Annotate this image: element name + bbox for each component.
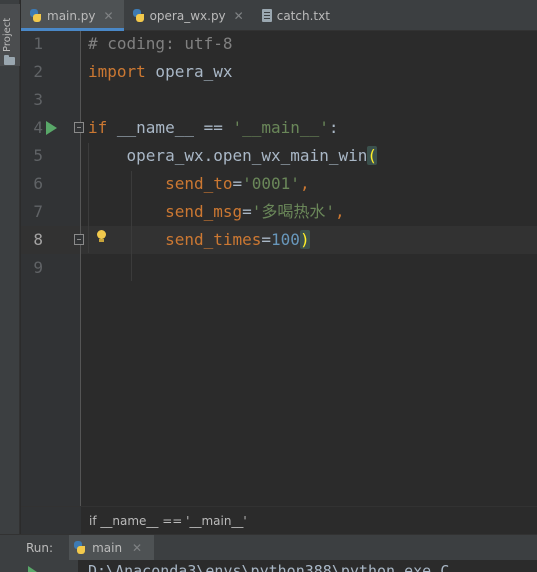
code-line-6: send_to='0001',	[88, 170, 310, 198]
python-file-icon	[29, 9, 42, 22]
console-output: D:\Anaconda3\envs\python388\python.exe C	[88, 562, 450, 572]
close-icon[interactable]: ✕	[132, 541, 142, 555]
line-number-current: 8	[33, 230, 43, 249]
fold-marker-icon[interactable]	[74, 234, 84, 245]
run-tool-window-header: Run: main ✕	[0, 534, 537, 561]
code-editor[interactable]	[81, 31, 537, 506]
breadcrumb: if __name__ == '__main__'	[81, 506, 537, 534]
operator-token: =	[261, 230, 272, 249]
line-number: 3	[33, 90, 43, 109]
tab-catch-txt[interactable]: catch.txt	[254, 0, 340, 31]
param-token: send_to	[165, 174, 233, 193]
code-line-1: # coding: utf-8	[88, 30, 233, 58]
code-line-7: send_msg='多喝热水',	[88, 198, 345, 226]
line-number: 5	[33, 146, 43, 165]
tab-label: opera_wx.py	[149, 8, 226, 23]
code-line-5: opera_wx.open_wx_main_win(	[88, 142, 377, 170]
line-number: 9	[33, 258, 43, 277]
punct-token: ,	[335, 202, 345, 221]
breadcrumb-gutter	[21, 506, 81, 534]
breadcrumb-item[interactable]: if __name__ == '__main__'	[89, 514, 247, 528]
identifier-token: opera_wx	[145, 62, 233, 81]
string-token: '0001'	[242, 174, 300, 193]
python-file-icon	[73, 541, 86, 554]
tab-main-py[interactable]: main.py ✕	[21, 0, 124, 31]
gutter-divider	[80, 31, 81, 506]
tab-label: main.py	[47, 8, 96, 23]
call-token: opera_wx.open_wx_main_win	[88, 146, 368, 165]
run-tab-main[interactable]: main ✕	[69, 534, 155, 561]
line-number: 6	[33, 174, 43, 193]
comment-token: # coding: utf-8	[88, 34, 233, 53]
operator-token: =	[232, 174, 243, 193]
rerun-icon[interactable]	[28, 566, 37, 572]
run-label: Run:	[26, 540, 54, 555]
operator-token: =	[242, 202, 252, 221]
tab-opera-wx-py[interactable]: opera_wx.py ✕	[124, 0, 254, 31]
close-icon[interactable]: ✕	[234, 9, 244, 23]
paren-token-matched: (	[367, 146, 377, 165]
run-console: D:\Anaconda3\envs\python388\python.exe C	[0, 560, 537, 572]
text-file-icon	[261, 9, 272, 22]
code-line-8: send_times=100)	[88, 226, 310, 254]
project-label: Project	[2, 17, 13, 52]
tab-label: catch.txt	[276, 8, 330, 23]
run-icon[interactable]	[46, 121, 57, 135]
left-tool-strip: Project	[0, 0, 20, 534]
code-line-4: if __name__ == '__main__':	[88, 114, 338, 142]
editor-tab-bar: main.py ✕ opera_wx.py ✕ catch.txt	[21, 0, 537, 31]
string-token: '多喝热水'	[251, 202, 336, 221]
keyword-token: import	[88, 62, 146, 81]
run-tab-label: main	[92, 540, 123, 555]
python-file-icon	[132, 9, 145, 22]
code-line-2: import opera_wx	[88, 58, 233, 86]
line-number: 1	[33, 34, 43, 53]
identifier-token: __name__ ==	[107, 118, 233, 137]
console-toolbar	[0, 560, 78, 572]
punct-token: ,	[299, 174, 310, 193]
fold-marker-icon[interactable]	[74, 122, 84, 133]
project-tool-window-button[interactable]: Project	[0, 4, 20, 66]
folder-icon	[4, 55, 15, 65]
number-token: 100	[271, 230, 300, 249]
keyword-token: if	[88, 118, 108, 137]
param-token: send_times	[165, 230, 262, 249]
string-token: '__main__'	[232, 118, 329, 137]
line-number: 4	[33, 118, 43, 137]
param-token: send_msg	[165, 202, 243, 221]
line-number: 7	[33, 202, 43, 221]
paren-token-matched: )	[299, 230, 310, 249]
punct-token: :	[328, 118, 339, 137]
line-number: 2	[33, 62, 43, 81]
close-icon[interactable]: ✕	[104, 9, 114, 23]
